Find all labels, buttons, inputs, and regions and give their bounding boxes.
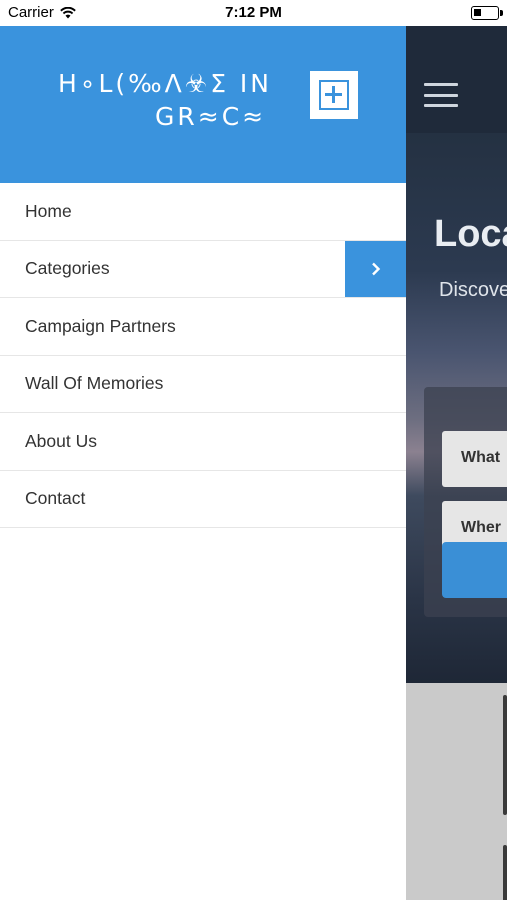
background-topbar [406, 26, 507, 133]
menu-item-campaign-partners[interactable]: Campaign Partners [0, 298, 406, 356]
menu-item-home[interactable]: Home [0, 183, 406, 241]
menu-item-label: Wall Of Memories [25, 373, 164, 393]
hero-subtitle: Discove [439, 279, 507, 301]
card-edge [503, 695, 507, 815]
menu-item-contact[interactable]: Contact [0, 471, 406, 528]
what-field[interactable]: What [442, 431, 507, 487]
close-drawer-button[interactable] [310, 71, 358, 119]
status-bar: Carrier 7:12 PM [0, 0, 507, 26]
menu-item-wall-of-memories[interactable]: Wall Of Memories [0, 356, 406, 413]
menu-item-label: Home [25, 200, 72, 221]
drawer-menu: Home Categories Campaign Partners Wall O… [0, 183, 406, 528]
chevron-right-icon [371, 262, 380, 275]
menu-item-label: Contact [25, 488, 86, 508]
battery-icon [471, 6, 503, 20]
side-drawer: H∘L(‰Λ☣Σ IN GR≈C≈ Home Categories Campai… [0, 26, 406, 900]
card-edge [503, 845, 507, 900]
hero-title: Loca [434, 213, 507, 255]
search-button[interactable] [442, 542, 507, 598]
menu-item-label: Categories [25, 258, 110, 278]
menu-item-label: About Us [25, 430, 97, 451]
menu-item-label: Campaign Partners [25, 315, 176, 336]
background-lower-area [406, 683, 507, 900]
hamburger-menu-icon[interactable] [424, 83, 458, 107]
logo-line-2: GR≈C≈ [155, 102, 267, 131]
plus-box-icon [319, 80, 349, 110]
clock: 7:12 PM [225, 4, 282, 21]
menu-item-about-us[interactable]: About Us [0, 413, 406, 471]
expand-categories-button[interactable] [345, 240, 406, 297]
menu-item-categories[interactable]: Categories [0, 240, 406, 298]
drawer-header: H∘L(‰Λ☣Σ IN GR≈C≈ [0, 26, 406, 183]
background-page: Loca Discove What Wher [406, 26, 507, 900]
logo-line-1: H∘L(‰Λ☣Σ IN [58, 69, 273, 98]
